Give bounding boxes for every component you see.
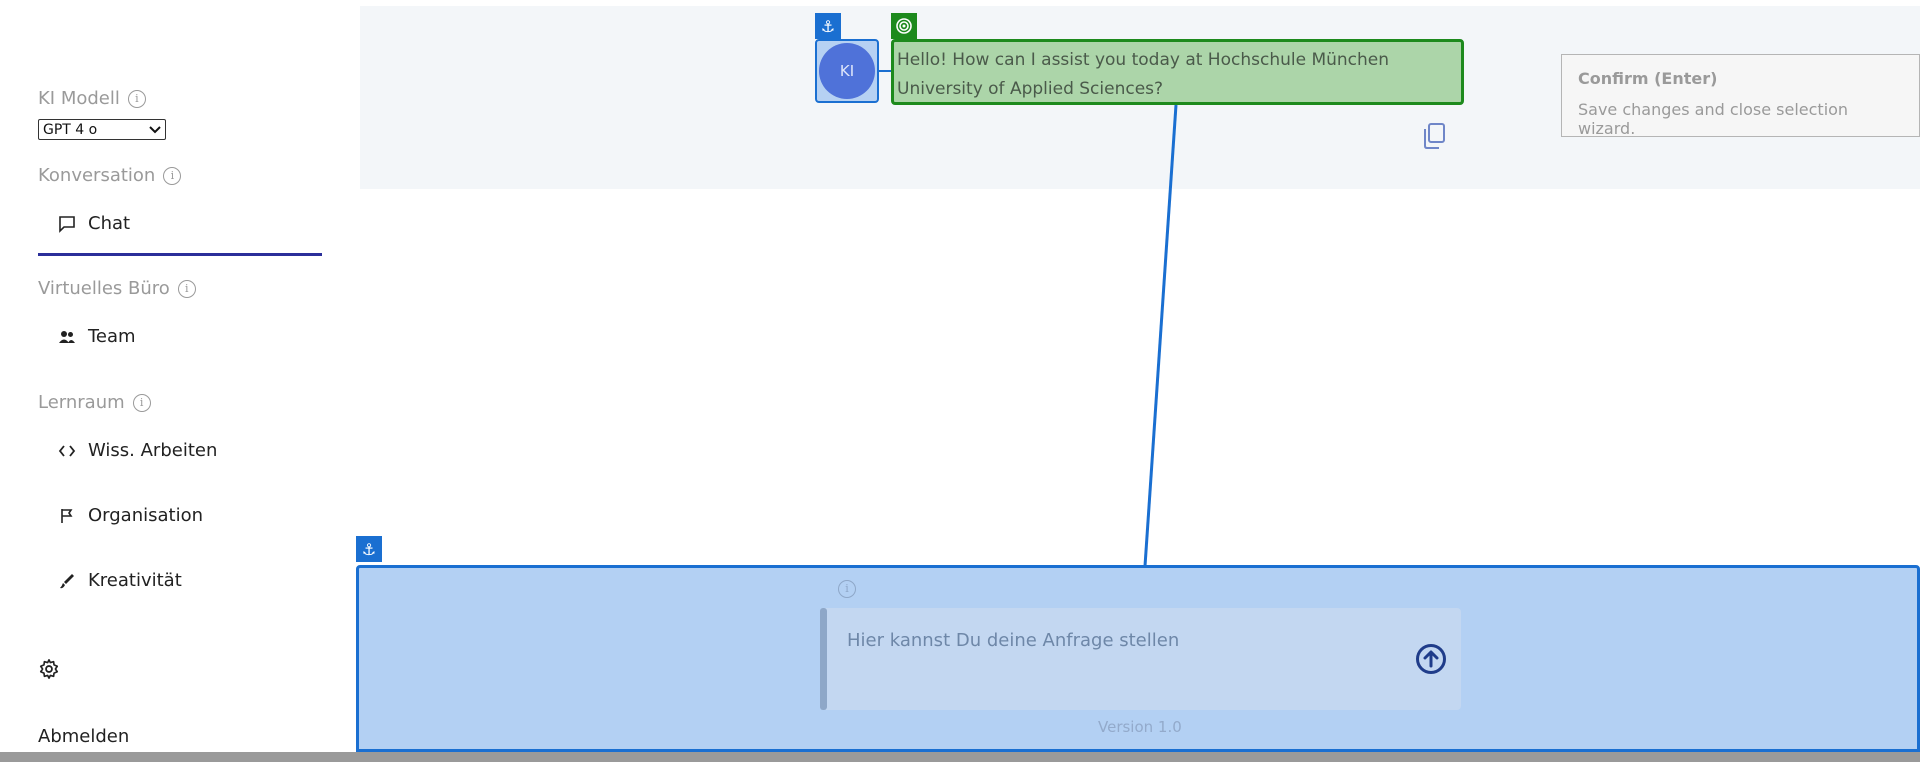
confirm-tooltip: Confirm (Enter) Save changes and close s… <box>1561 54 1920 138</box>
info-icon[interactable]: i <box>838 580 856 598</box>
tooltip-body: Save changes and close selection wizard. <box>1578 100 1849 138</box>
target-icon[interactable] <box>891 13 917 39</box>
query-input[interactable]: Hier kannst Du deine Anfrage stellen <box>820 608 1461 710</box>
tooltip-title: Confirm (Enter) <box>1578 69 1718 88</box>
avatar: KI <box>819 43 875 99</box>
copy-icon[interactable] <box>1420 121 1448 151</box>
input-accent-bar <box>820 608 827 710</box>
ki-avatar-frame[interactable]: KI <box>815 39 879 103</box>
assistant-message[interactable]: Hello! How can I assist you today at Hoc… <box>891 39 1464 105</box>
anchor-icon[interactable]: ⚓ <box>356 536 382 562</box>
window-bottom-edge <box>0 752 1920 762</box>
query-placeholder: Hier kannst Du deine Anfrage stellen <box>847 630 1180 651</box>
arrow-up-circle-icon[interactable] <box>1415 643 1447 675</box>
version-label: Version 1.0 <box>1098 718 1182 736</box>
anchor-icon[interactable]: ⚓ <box>815 13 841 39</box>
